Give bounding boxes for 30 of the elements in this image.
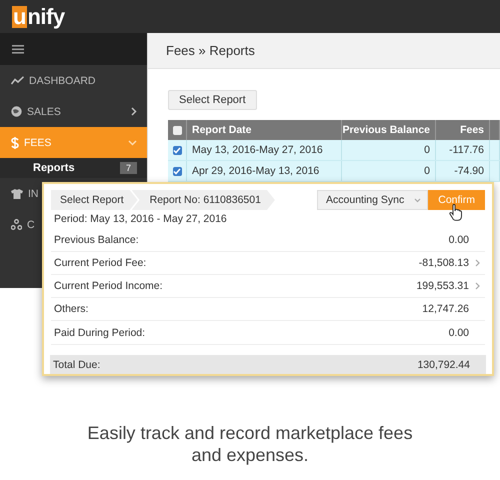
submenu-label: Reports xyxy=(33,162,76,174)
table-cell: May 13, 2016-May 27, 2016 xyxy=(187,140,342,160)
table-cell: -74.90 xyxy=(436,161,490,181)
table-cell: -117.76 xyxy=(436,140,490,160)
line-value: 0.00 xyxy=(448,326,469,339)
total-value: 130,792.44 xyxy=(417,358,470,371)
total-label: Total Due: xyxy=(53,358,100,371)
line-value: 199,553.31 xyxy=(416,280,469,292)
line-label: Current Period Fee: xyxy=(54,256,146,269)
nav-label: DASHBOARD xyxy=(29,74,96,86)
line-value: 0.00 xyxy=(448,234,469,246)
line-label: Paid During Period: xyxy=(54,326,146,339)
line-label: Others: xyxy=(54,303,88,316)
logo-text: nify xyxy=(27,4,65,30)
line-value: 12,747.26 xyxy=(422,303,469,316)
line-label: Current Period Income: xyxy=(54,280,163,292)
page-title: Fees » Reports xyxy=(166,43,255,58)
nav-label: FEES xyxy=(24,136,52,148)
nav-label: IN xyxy=(28,188,38,200)
line-label: Previous Balance: xyxy=(54,234,139,246)
line-value: -81,508.13 xyxy=(418,256,469,269)
period-text: Period: May 13, 2016 - May 27, 2016 xyxy=(54,213,227,226)
logo-mark: u xyxy=(12,6,28,28)
count-badge: 7 xyxy=(120,162,137,174)
caption: Easily track and record marketplace fees and expenses. xyxy=(86,422,414,466)
table-cell: 0 xyxy=(342,140,436,160)
nav-label: C xyxy=(27,218,35,230)
table-cell: 0 xyxy=(342,161,436,181)
nav-label: SALES xyxy=(27,106,61,118)
table-cell: Apr 29, 2016-May 13, 2016 xyxy=(187,161,342,181)
